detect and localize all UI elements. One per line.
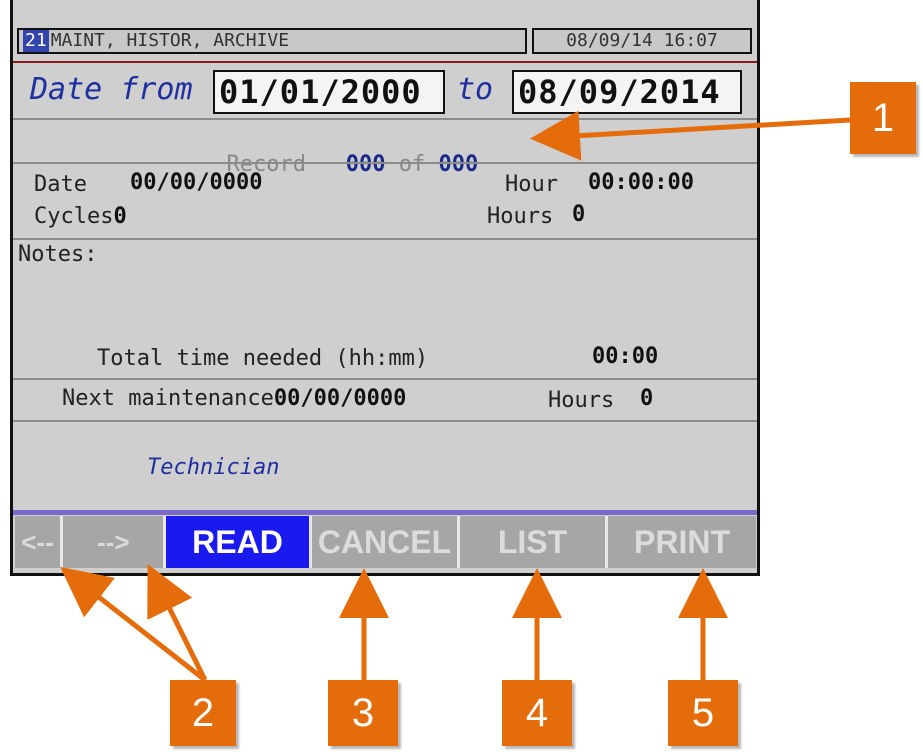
callout-5: 5 — [668, 680, 738, 746]
callout-4: 4 — [502, 680, 572, 746]
callout-1: 1 — [850, 82, 916, 154]
callout-3: 3 — [328, 680, 398, 746]
arrow-2a — [60, 566, 207, 682]
arrow-1 — [530, 110, 851, 161]
arrow-2b — [147, 564, 208, 682]
callout-2: 2 — [170, 680, 236, 746]
callout-arrows — [60, 110, 851, 682]
